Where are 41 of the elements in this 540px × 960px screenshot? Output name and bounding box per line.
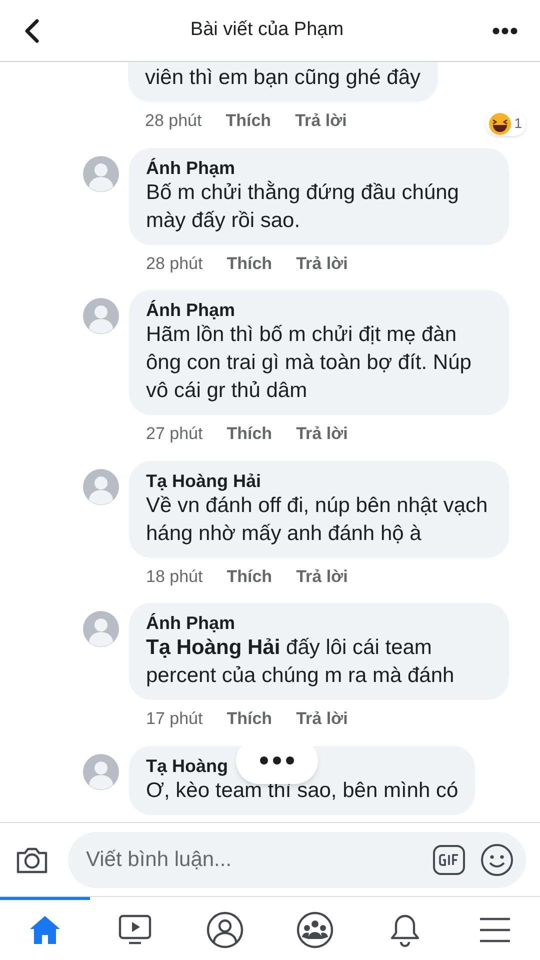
comment-author[interactable]: Ánh Phạm bbox=[146, 156, 492, 178]
reply-link[interactable]: Trả lời bbox=[296, 421, 348, 446]
comment-text: viên thì em bạn cũng ghé đây bbox=[145, 65, 421, 91]
comment-text: Về vn đánh off đi, núp bên nhật vạch háng nhờ mấy anh đánh hộ à bbox=[146, 492, 489, 546]
comment-field[interactable]: Viết bình luận... bbox=[68, 832, 526, 888]
more-icon bbox=[259, 756, 295, 765]
like-link[interactable]: Thích bbox=[226, 250, 272, 276]
comment-time: 28 phút bbox=[146, 252, 203, 274]
comment-author[interactable]: Tạ Hoàng bbox=[146, 754, 458, 776]
comment-time: 28 phút bbox=[145, 110, 202, 132]
comment-text: Hãm lồn thì bố m chửi địt mẹ đàn ông con trai gì mà toàn bợ đít. Núp vô cái gr thủ dâm bbox=[146, 322, 472, 404]
reply-link[interactable]: Trả lời bbox=[296, 706, 348, 732]
like-link[interactable]: Thích bbox=[226, 108, 272, 134]
gif-icon[interactable] bbox=[432, 844, 466, 876]
menu-icon bbox=[478, 915, 512, 945]
comment-time: 17 phút bbox=[146, 708, 203, 730]
reaction-badge[interactable]: 1 bbox=[486, 112, 526, 136]
comment-author[interactable]: Tạ Hoàng Hải bbox=[146, 470, 492, 492]
comment-time: 18 phút bbox=[146, 566, 203, 588]
like-link[interactable]: Thích bbox=[226, 421, 272, 446]
comment-time: 27 phút bbox=[146, 423, 203, 445]
reply-link[interactable]: Trả lời bbox=[295, 108, 347, 134]
groups-icon bbox=[296, 911, 334, 949]
more-replies-button[interactable] bbox=[236, 738, 318, 784]
comment-author[interactable]: Ánh Phạm bbox=[146, 612, 492, 634]
reply-link[interactable]: Trả lời bbox=[296, 250, 348, 276]
comment-text: Bố m chửi thằng đứng đầu chúng mày đấy rồi sao. bbox=[146, 180, 460, 234]
more-icon[interactable] bbox=[492, 26, 518, 34]
back-icon[interactable] bbox=[22, 18, 42, 44]
like-link[interactable]: Thích bbox=[226, 564, 272, 589]
page-title: Bài viết của Phạm bbox=[190, 18, 344, 42]
reaction-count: 1 bbox=[514, 114, 522, 133]
emoji-icon[interactable] bbox=[480, 842, 514, 876]
video-icon bbox=[117, 913, 153, 947]
comment-text: Tạ Hoàng Hải đấy lôi cái team percent của chúng m ra mà đánh bbox=[146, 635, 456, 689]
notifications-icon bbox=[388, 912, 422, 948]
reply-link[interactable]: Trả lời bbox=[296, 564, 348, 589]
laughing-face-icon bbox=[488, 112, 512, 136]
profile-icon bbox=[206, 911, 244, 949]
like-link[interactable]: Thích bbox=[226, 706, 272, 732]
comment-author[interactable]: Ánh Phạm bbox=[146, 299, 492, 321]
